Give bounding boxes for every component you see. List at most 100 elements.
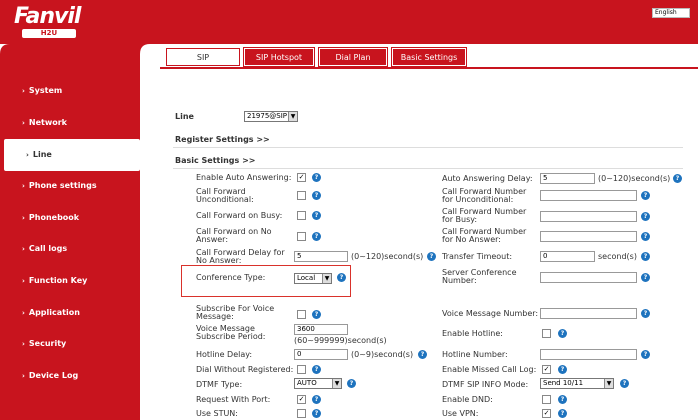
tab-sip[interactable]: SIP xyxy=(166,48,240,66)
auto-answer-delay-input[interactable]: 5 xyxy=(540,173,595,184)
fanvil-logo: Fanvil H2U xyxy=(14,6,88,38)
request-with-port-checkbox[interactable]: ✓ xyxy=(297,395,306,404)
divider xyxy=(173,168,683,169)
help-icon[interactable]: ? xyxy=(641,212,650,221)
vm-period-input[interactable]: 3600 xyxy=(294,324,348,335)
sidebar-item-application[interactable]: › Application xyxy=(0,297,140,329)
sidebar-item-phone-settings[interactable]: › Phone settings xyxy=(0,170,140,202)
line-label: Line xyxy=(175,112,194,121)
enable-hotline-checkbox[interactable] xyxy=(542,329,551,338)
chevron-right-icon: › xyxy=(26,151,29,159)
top-banner xyxy=(0,0,698,44)
sidebar-item-label: Call logs xyxy=(28,244,68,253)
vm-subscribe-checkbox[interactable] xyxy=(297,310,306,319)
line-select[interactable]: 21975@SIP ▼ xyxy=(244,111,298,122)
help-icon[interactable]: ? xyxy=(312,365,321,374)
auto-answer-checkbox[interactable]: ✓ xyxy=(297,173,306,182)
language-select[interactable]: English xyxy=(652,8,690,18)
help-icon[interactable]: ? xyxy=(641,232,650,241)
help-icon[interactable]: ? xyxy=(673,174,682,183)
checkmark-icon: ✓ xyxy=(298,173,305,181)
help-icon[interactable]: ? xyxy=(558,329,567,338)
cfb-checkbox[interactable] xyxy=(297,211,306,220)
sidebar-item-label: Phonebook xyxy=(28,213,80,222)
help-icon[interactable]: ? xyxy=(312,310,321,319)
use-vpn-label: Use VPN: xyxy=(442,409,479,418)
help-icon[interactable]: ? xyxy=(641,309,650,318)
auto-answer-delay-unit: (0~120)second(s) xyxy=(598,174,671,183)
register-settings-toggle[interactable]: Register Settings >> xyxy=(175,136,270,144)
enable-dnd-checkbox[interactable] xyxy=(542,395,551,404)
transfer-timeout-input[interactable]: 0 xyxy=(540,251,595,262)
cfb-label: Call Forward on Busy: xyxy=(196,211,283,220)
sidebar-item-line[interactable]: › Line xyxy=(4,139,140,171)
help-icon[interactable]: ? xyxy=(641,350,650,359)
logo-model: H2U xyxy=(22,29,76,38)
checkmark-icon: ✓ xyxy=(543,365,550,373)
sidebar-item-device-log[interactable]: › Device Log xyxy=(0,360,140,392)
help-icon[interactable]: ? xyxy=(427,252,436,261)
help-icon[interactable]: ? xyxy=(312,395,321,404)
help-icon[interactable]: ? xyxy=(312,173,321,182)
sidebar-item-network[interactable]: › Network xyxy=(0,107,140,139)
cfu-number-input[interactable] xyxy=(540,190,637,201)
conference-type-value: Local xyxy=(297,274,316,282)
hotline-number-label: Hotline Number: xyxy=(442,350,508,359)
use-vpn-checkbox[interactable]: ✓ xyxy=(542,409,551,418)
dial-without-registered-checkbox[interactable] xyxy=(297,365,306,374)
help-icon[interactable]: ? xyxy=(558,409,567,418)
chevron-right-icon: › xyxy=(22,309,25,317)
chevron-right-icon: › xyxy=(22,245,25,253)
use-stun-checkbox[interactable] xyxy=(297,409,306,418)
sidebar-item-function-key[interactable]: › Function Key xyxy=(0,265,140,297)
sidebar-item-security[interactable]: › Security xyxy=(0,328,140,360)
auto-answer-delay-label: Auto Answering Delay: xyxy=(442,174,533,183)
dtmf-type-value: AUTO xyxy=(297,379,317,387)
cfd-input[interactable]: 5 xyxy=(294,251,348,262)
dtmf-sip-info-select[interactable]: Send 10/11 ▼ xyxy=(540,378,614,389)
voice-message-number-input[interactable] xyxy=(540,308,637,319)
divider xyxy=(173,147,683,148)
dtmf-type-select[interactable]: AUTO ▼ xyxy=(294,378,342,389)
help-icon[interactable]: ? xyxy=(641,273,650,282)
help-icon[interactable]: ? xyxy=(558,395,567,404)
tab-sip-hotspot[interactable]: SIP Hotspot xyxy=(243,47,315,67)
help-icon[interactable]: ? xyxy=(418,350,427,359)
cfb-number-input[interactable] xyxy=(540,211,637,222)
sidebar-item-system[interactable]: › System xyxy=(0,75,140,107)
sidebar-item-phonebook[interactable]: › Phonebook xyxy=(0,202,140,234)
help-icon[interactable]: ? xyxy=(641,191,650,200)
dropdown-arrow-icon: ▼ xyxy=(332,379,341,388)
cfu-checkbox[interactable] xyxy=(297,191,306,200)
dropdown-arrow-icon: ▼ xyxy=(604,379,613,388)
hotline-delay-label: Hotline Delay: xyxy=(196,350,253,359)
server-conference-number-input[interactable] xyxy=(540,272,637,283)
help-icon[interactable]: ? xyxy=(347,379,356,388)
help-icon[interactable]: ? xyxy=(641,252,650,261)
help-icon[interactable]: ? xyxy=(312,211,321,220)
basic-settings-toggle[interactable]: Basic Settings >> xyxy=(175,157,255,165)
tab-dial-plan[interactable]: Dial Plan xyxy=(318,47,388,67)
help-icon[interactable]: ? xyxy=(312,191,321,200)
conference-type-select[interactable]: Local ▼ xyxy=(294,273,332,284)
cfu-number-label: Call Forward Number for Unconditional: xyxy=(442,187,527,204)
hotline-number-input[interactable] xyxy=(540,349,637,360)
help-icon[interactable]: ? xyxy=(312,409,321,418)
help-icon[interactable]: ? xyxy=(558,365,567,374)
sidebar-item-label: Phone settings xyxy=(28,181,97,190)
missed-call-log-checkbox[interactable]: ✓ xyxy=(542,365,551,374)
help-icon[interactable]: ? xyxy=(312,232,321,241)
dtmf-sip-info-value: Send 10/11 xyxy=(543,379,584,387)
help-icon[interactable]: ? xyxy=(337,273,346,282)
dropdown-arrow-icon: ▼ xyxy=(288,112,297,121)
tab-basic-settings[interactable]: Basic Settings xyxy=(391,47,467,67)
cfna-checkbox[interactable] xyxy=(297,232,306,241)
conference-type-label: Conference Type: xyxy=(196,273,266,282)
cfna-number-input[interactable] xyxy=(540,231,637,242)
hotline-delay-input[interactable]: 0 xyxy=(294,349,348,360)
cfd-label: Call Forward Delay for No Answer: xyxy=(196,248,285,265)
help-icon[interactable]: ? xyxy=(620,379,629,388)
sidebar-item-label: Security xyxy=(28,339,67,348)
hotline-delay-unit: (0~9)second(s) xyxy=(351,350,414,359)
sidebar-item-call-logs[interactable]: › Call logs xyxy=(0,233,140,265)
